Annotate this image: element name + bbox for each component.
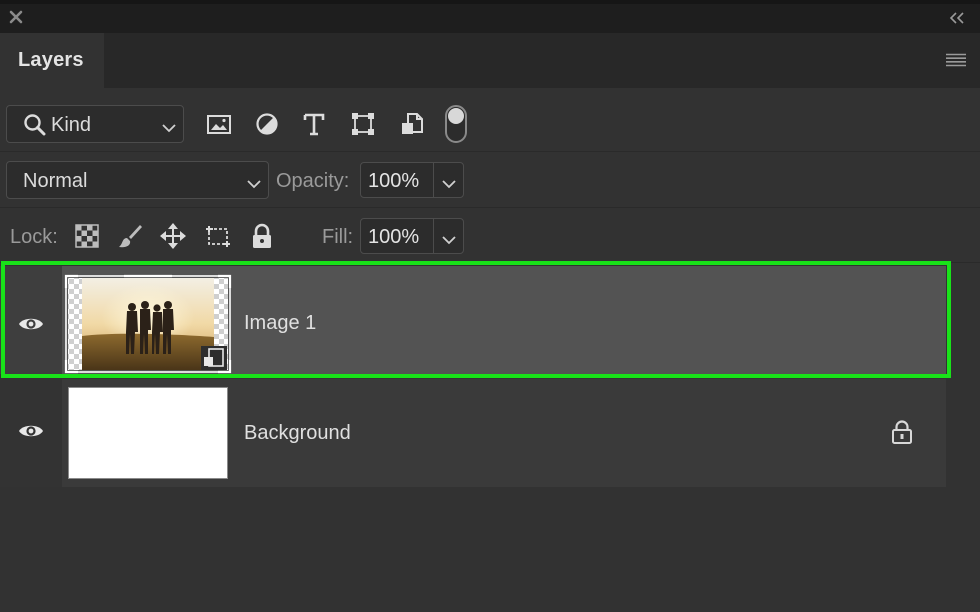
chevron-down-icon xyxy=(161,120,177,133)
fill-dropdown-chevron-icon[interactable] xyxy=(441,232,457,245)
opacity-value[interactable]: 100% xyxy=(368,170,419,193)
panel-tab-strip: Layers xyxy=(0,33,980,88)
opacity-dropdown-chevron-icon[interactable] xyxy=(441,176,457,189)
tab-layers[interactable]: Layers xyxy=(0,33,104,88)
opacity-label: Opacity: xyxy=(276,170,350,192)
fill-label: Fill: xyxy=(322,226,354,248)
filter-toggle-switch[interactable] xyxy=(445,105,467,143)
type-filter-icon[interactable] xyxy=(300,110,328,138)
layer-thumbnail-photo[interactable] xyxy=(64,274,232,374)
kind-filter-select[interactable]: Kind xyxy=(6,105,184,143)
layer-thumbnail-white[interactable] xyxy=(68,387,228,479)
lock-artboard-icon[interactable] xyxy=(204,222,232,250)
adjustment-filter-icon[interactable] xyxy=(253,110,281,138)
divider xyxy=(0,151,980,152)
shape-filter-icon[interactable] xyxy=(349,110,377,138)
field-divider xyxy=(433,219,434,253)
fill-field[interactable]: 100% xyxy=(360,218,464,254)
fill-value[interactable]: 100% xyxy=(368,226,419,249)
tab-layers-label: Layers xyxy=(18,49,84,71)
layers-panel: Layers Kind Normal Opacity: 100% Lock: F… xyxy=(0,0,980,612)
blend-mode-select[interactable]: Normal xyxy=(6,161,269,199)
search-icon xyxy=(23,113,47,137)
lock-position-icon[interactable] xyxy=(159,222,187,250)
divider xyxy=(0,262,980,263)
chevron-down-icon xyxy=(246,176,262,189)
lock-transparent-pixels-icon[interactable] xyxy=(73,222,101,250)
lock-icon[interactable] xyxy=(890,419,914,445)
layer-row-image-1[interactable]: Image 1 xyxy=(0,266,946,374)
lock-all-icon[interactable] xyxy=(248,222,276,250)
visibility-column xyxy=(0,266,62,374)
toggle-knob xyxy=(448,108,464,124)
field-divider xyxy=(433,163,434,197)
panel-title-bar xyxy=(0,0,980,33)
eye-icon[interactable] xyxy=(18,314,44,334)
eye-icon[interactable] xyxy=(18,421,44,441)
layer-name[interactable]: Image 1 xyxy=(244,312,316,335)
kind-filter-label: Kind xyxy=(51,114,92,136)
image-filter-icon[interactable] xyxy=(205,110,233,138)
visibility-column xyxy=(0,379,62,487)
blend-mode-value: Normal xyxy=(23,170,88,192)
close-icon[interactable] xyxy=(8,9,24,25)
collapse-panel-icon[interactable] xyxy=(948,11,966,25)
smart-object-badge-icon xyxy=(201,346,227,370)
lock-label: Lock: xyxy=(10,226,58,248)
smart-object-filter-icon[interactable] xyxy=(398,110,426,138)
opacity-field[interactable]: 100% xyxy=(360,162,464,198)
layer-row-background[interactable]: Background xyxy=(0,379,946,487)
layer-name[interactable]: Background xyxy=(244,422,351,445)
divider xyxy=(0,207,980,208)
panel-menu-icon[interactable] xyxy=(946,53,966,67)
lock-image-pixels-icon[interactable] xyxy=(116,222,144,250)
